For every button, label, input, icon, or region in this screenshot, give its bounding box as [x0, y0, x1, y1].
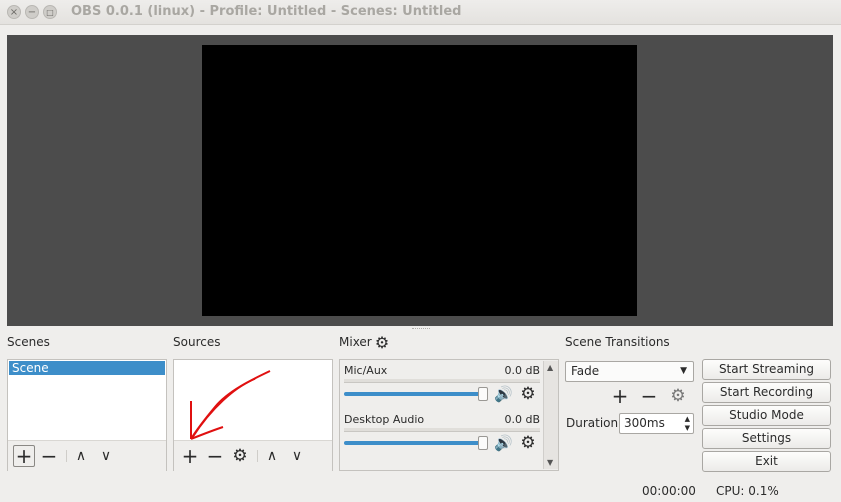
annotation-arrow	[190, 370, 271, 440]
maximize-window-button[interactable]: □	[43, 5, 57, 19]
exit-button[interactable]: Exit	[702, 451, 831, 472]
scroll-down-arrow-icon[interactable]: ▼	[547, 458, 553, 467]
mixer-volume-slider-handle[interactable]	[478, 436, 488, 450]
spin-up-icon[interactable]: ▲	[685, 415, 690, 423]
move-scene-down-button[interactable]: ∨	[95, 445, 117, 467]
mixer-volume-slider[interactable]	[344, 441, 486, 445]
mixer-dock-title: Mixer	[339, 335, 372, 349]
close-window-button[interactable]: ×	[7, 5, 21, 19]
duration-spinbox[interactable]: 300ms ▲ ▼	[619, 413, 694, 434]
start-streaming-button[interactable]: Start Streaming	[702, 359, 831, 380]
scene-list-item[interactable]: Scene	[9, 361, 165, 375]
mixer-scrollbar[interactable]: ▲ ▼	[543, 361, 558, 469]
channel-gear-icon[interactable]: ⚙	[519, 384, 537, 404]
status-cpu: CPU: 0.1%	[716, 484, 779, 498]
chevron-down-icon: ▼	[680, 366, 687, 376]
studio-mode-button[interactable]: Studio Mode	[702, 405, 831, 426]
transition-properties-gear-icon[interactable]: ⚙	[667, 385, 689, 407]
scenes-panel: Scene + − ∧ ∨	[7, 359, 167, 471]
duration-value: 300ms	[624, 416, 665, 430]
speaker-icon[interactable]: 🔊	[494, 385, 513, 403]
mixer-gear-icon[interactable]: ⚙	[373, 333, 391, 352]
remove-transition-button[interactable]: −	[638, 385, 660, 407]
add-transition-button[interactable]: +	[609, 385, 631, 407]
spin-down-icon[interactable]: ▼	[685, 424, 690, 432]
start-recording-button[interactable]: Start Recording	[702, 382, 831, 403]
sources-dock-title: Sources	[173, 335, 221, 349]
settings-button[interactable]: Settings	[702, 428, 831, 449]
mixer-volume-slider-handle[interactable]	[478, 387, 488, 401]
transition-select[interactable]: Fade ▼	[565, 361, 694, 382]
duration-label: Duration	[566, 416, 619, 430]
status-time: 00:00:00	[642, 484, 696, 498]
remove-scene-button[interactable]: −	[38, 445, 60, 467]
mixer-channel-name: Mic/Aux	[344, 364, 388, 377]
transition-selected-value: Fade	[571, 364, 600, 378]
minimize-window-button[interactable]: −	[25, 5, 39, 19]
scenes-list[interactable]: Scene	[8, 360, 166, 440]
mixer-panel: Mic/Aux 0.0 dB 🔊 ⚙ Desktop Audio 0.0 dB …	[339, 359, 559, 471]
channel-gear-icon[interactable]: ⚙	[519, 433, 537, 453]
move-scene-up-button[interactable]: ∧	[70, 445, 92, 467]
preview-canvas[interactable]	[202, 45, 637, 316]
mixer-level-meter	[344, 379, 540, 383]
mixer-channel-db: 0.0 dB	[504, 413, 540, 426]
mixer-channel-name: Desktop Audio	[344, 413, 425, 426]
toolbar-separator	[257, 450, 258, 462]
mixer-volume-slider[interactable]	[344, 392, 486, 396]
mixer-channel-db: 0.0 dB	[504, 364, 540, 377]
scenes-dock-title: Scenes	[7, 335, 50, 349]
toolbar-separator	[66, 450, 67, 462]
title-bar: × − □ OBS 0.0.1 (linux) - Profile: Untit…	[0, 0, 841, 25]
add-scene-button[interactable]: +	[13, 445, 35, 467]
window-title: OBS 0.0.1 (linux) - Profile: Untitled - …	[71, 4, 462, 19]
dock-splitter-handle[interactable]	[412, 328, 430, 332]
preview-area[interactable]	[7, 35, 833, 326]
transitions-dock-title: Scene Transitions	[565, 335, 670, 349]
scroll-up-arrow-icon[interactable]: ▲	[547, 363, 553, 372]
scenes-toolbar: + − ∧ ∨	[8, 440, 166, 471]
speaker-icon[interactable]: 🔊	[494, 434, 513, 452]
mixer-level-meter	[344, 428, 540, 432]
